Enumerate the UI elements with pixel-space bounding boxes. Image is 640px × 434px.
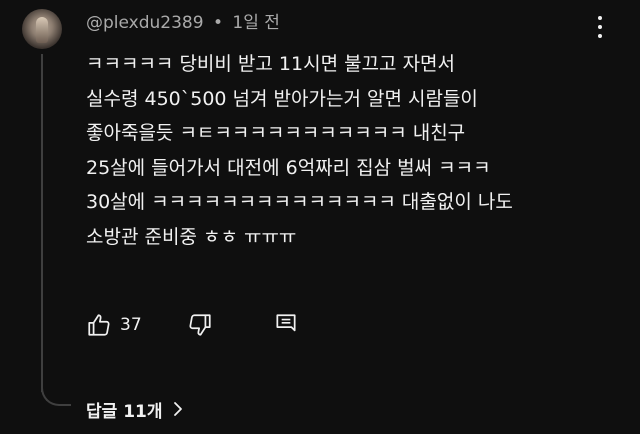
- comment-line: 실수령 450`500 넘겨 받아가는거 알면 시람들이: [86, 87, 478, 110]
- comment-line: ㅋㅋㅋㅋㅋ 당비비 받고 11시면 불끄고 자면서: [86, 53, 456, 75]
- thumbs-up-icon[interactable]: [86, 312, 112, 338]
- chevron-right-icon: [173, 402, 182, 416]
- avatar-figure: [36, 17, 48, 43]
- comment-line: 25살에 들어가서 대전에 6억짜리 집삼 벌써 ㅋㅋㅋ: [86, 156, 491, 179]
- comment-actions: 37: [86, 308, 326, 342]
- thumbs-down-icon[interactable]: [187, 312, 213, 338]
- comment-line: 30살에 ㅋㅋㅋㅋㅋㅋㅋㅋㅋㅋㅋㅋㅋㅋ 대출없이 나도: [86, 191, 513, 214]
- replies-label: 답글 11개: [86, 401, 163, 422]
- comment-body: ㅋㅋㅋㅋㅋ 당비비 받고 11시면 불끄고 자면서 실수령 450`500 넘겨…: [86, 47, 606, 255]
- author-name[interactable]: @plexdu2389: [86, 13, 204, 33]
- reply-comment-icon[interactable]: [273, 312, 299, 338]
- like-count: 37: [120, 315, 142, 335]
- view-replies-button[interactable]: 답글 11개: [86, 394, 185, 424]
- thread-curve: [41, 376, 71, 406]
- comment-timestamp[interactable]: 1일 전: [232, 13, 280, 33]
- comment-line: 좋아죽을듯 ㅋㅌㅋㅋㅋㅋㅋㅋㅋㅋㅋㅋㅋ 내친구: [86, 122, 466, 145]
- thread-line: [41, 54, 43, 392]
- comment-line: 소방관 준비중 ㅎㅎ ㅠㅠㅠ: [86, 225, 297, 248]
- more-options-icon[interactable]: [597, 16, 603, 42]
- comment-header: @plexdu2389 • 1일 전: [86, 12, 280, 34]
- avatar[interactable]: [22, 9, 62, 49]
- header-separator: •: [212, 13, 224, 33]
- comment-thread: @plexdu2389 • 1일 전 ㅋㅋㅋㅋㅋ 당비비 받고 11시면 불끄고…: [0, 0, 640, 434]
